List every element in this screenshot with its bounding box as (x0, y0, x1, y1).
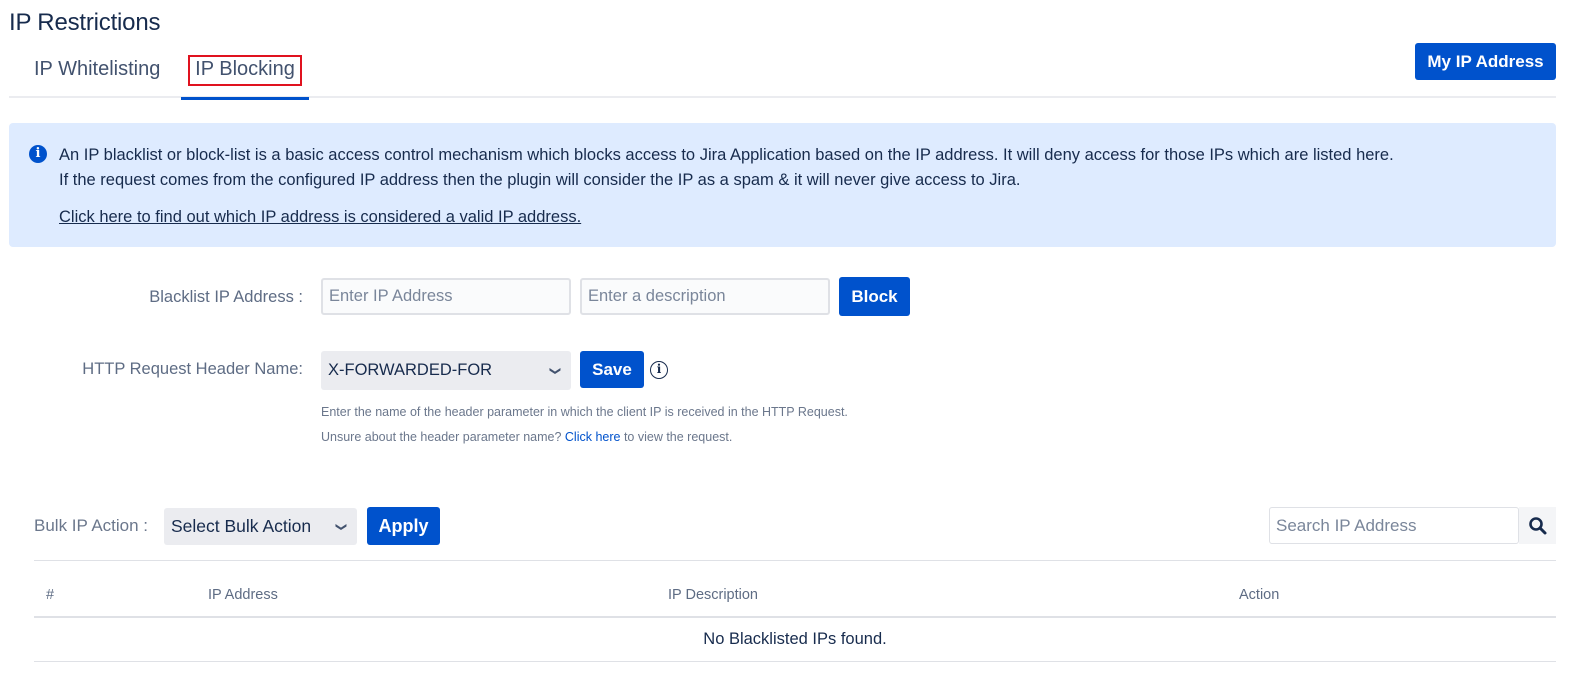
chevron-down-icon: ❯ (548, 365, 561, 376)
apply-button[interactable]: Apply (367, 507, 440, 545)
view-request-link[interactable]: Click here (565, 430, 621, 444)
table-bottom-divider (34, 661, 1556, 662)
column-header-number: # (46, 587, 55, 603)
bulk-action-label: Bulk IP Action : (34, 516, 149, 535)
http-header-name-label: HTTP Request Header Name: (82, 360, 303, 378)
blacklist-ip-label: Blacklist IP Address : (149, 288, 303, 306)
page-title: IP Restrictions (9, 9, 161, 36)
tab-bar: IP Whitelisting IP Blocking (9, 52, 1556, 100)
selected-value: Select Bulk Action (171, 516, 312, 536)
chevron-down-icon: ❯ (334, 521, 347, 532)
search-ip-input[interactable] (1269, 507, 1519, 544)
tab-label: IP Blocking (188, 55, 302, 86)
selected-value: X-FORWARDED-FOR (328, 361, 493, 379)
ip-description-input[interactable] (580, 278, 830, 315)
info-banner: i An IP blacklist or block-list is a bas… (9, 123, 1556, 247)
info-circle-icon[interactable]: i (650, 361, 668, 379)
my-ip-address-button[interactable]: My IP Address (1415, 43, 1556, 80)
info-icon: i (29, 145, 47, 163)
header-help-text-2: Unsure about the header parameter name? … (321, 430, 732, 444)
valid-ip-info-link[interactable]: Click here to find out which IP address … (59, 208, 581, 227)
tab-ip-whitelisting[interactable]: IP Whitelisting (34, 52, 160, 98)
table-empty-message: No Blacklisted IPs found. (703, 630, 887, 648)
save-button[interactable]: Save (580, 351, 644, 388)
http-header-select[interactable]: X-FORWARDED-FOR ❯ (321, 351, 571, 390)
column-header-ip-description: IP Description (668, 587, 758, 603)
column-header-ip-address: IP Address (208, 587, 278, 603)
bulk-action-select[interactable]: Select Bulk Action ❯ (164, 508, 357, 545)
info-text-line-2: If the request comes from the configured… (59, 171, 1021, 189)
column-header-action: Action (1239, 587, 1280, 603)
help-prefix: Unsure about the header parameter name? (321, 430, 565, 444)
tab-label: IP Whitelisting (34, 58, 161, 80)
search-icon (1528, 516, 1546, 534)
table-top-divider (34, 560, 1556, 561)
table-header-divider (34, 616, 1556, 618)
block-button[interactable]: Block (839, 277, 910, 316)
help-suffix: to view the request. (620, 430, 733, 444)
info-text-line-1: An IP blacklist or block-list is a basic… (59, 146, 1394, 164)
ip-address-input[interactable] (321, 278, 571, 315)
search-button[interactable] (1519, 507, 1556, 544)
header-help-text: Enter the name of the header parameter i… (321, 405, 848, 419)
tab-ip-blocking[interactable]: IP Blocking (181, 52, 309, 100)
